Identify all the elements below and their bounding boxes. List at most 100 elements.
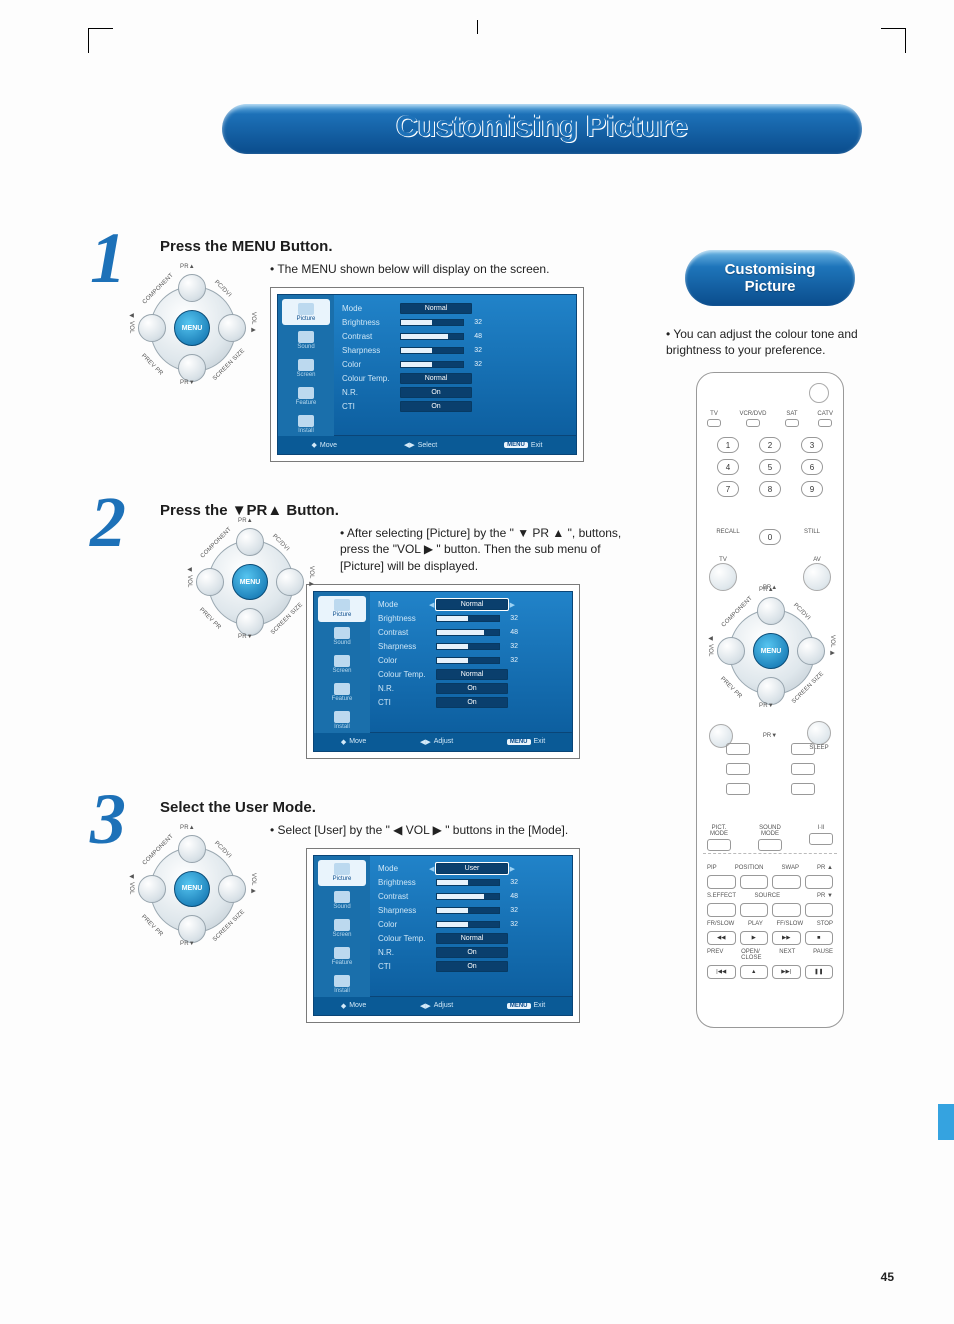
dpad-label: ◀ VOL [186,566,193,588]
osd-row: Colour Temp.Normal [342,371,568,385]
osd-label: Sharpness [378,642,436,651]
dpad-label: VOL ▶ [829,635,836,656]
dpad-illustration: MENUPR▲PR▼COMPONENTPC/DVIPREV PRSCREEN S… [132,829,252,949]
osd-slider [436,921,500,928]
osd-value-pill: On [400,387,472,398]
transport-label: PREV [707,949,723,961]
osd-value: 32 [504,879,518,886]
pr-down-label: PR▼ [763,733,777,739]
dpad-label: PR▲ [180,264,195,270]
osd-tab-picture: Picture [282,299,330,325]
osd-row: Colour Temp.Normal [378,668,564,682]
minor-button [726,743,750,755]
step-text: • After selecting [Picture] by the " ▼ P… [340,525,630,574]
osd-row: Color 32 [378,654,564,668]
transport-label: STOP [817,921,833,927]
dpad-menu-button: MENU [174,310,210,346]
osd-row: Mode◀Normal▶ [378,598,564,612]
osd-value-pill: Normal [400,373,472,384]
transport-button: ◀◀ [707,931,736,945]
step-2: 2Press the ▼PR▲ Button.• After selecting… [90,502,630,759]
osd-value: 48 [468,333,482,340]
dpad-label: VOL ▶ [250,873,257,894]
step-number: 2 [90,490,126,555]
osd-tab-install: Install [318,708,366,734]
lower-button [707,875,736,889]
transport-button: ▲ [740,965,769,979]
osd-row: N.R.On [342,385,568,399]
osd-tab-sound: Sound [318,888,366,914]
osd-footer: ◆Move◀▶AdjustMENUExit [314,732,572,751]
dpad-label: VOL ▶ [308,566,315,587]
dpad-down [236,608,264,636]
tv-av-row: TVPR▲AV [709,557,831,591]
osd-value: 32 [504,657,518,664]
osd-slider [436,643,500,650]
osd-label: Brightness [378,878,436,887]
dpad-label: PR▲ [238,518,253,524]
osd-label: CTI [378,962,436,971]
sidebar-heading-pill: Customising Picture [685,250,855,306]
osd-row: Color32 [378,918,564,932]
dpad-label: PR▲ [759,587,774,593]
osd-slider [400,319,464,326]
lower-label: PR ▼ [817,893,833,899]
lower-button [805,903,834,917]
osd-slider [436,629,500,636]
source-row: TVVCR/DVDSATCATV [707,411,833,427]
osd-label: Contrast [378,628,436,637]
osd-screenshot: PictureSoundScreenFeatureInstallMode◀Nor… [306,584,580,759]
transport-button: ▶▶| [772,965,801,979]
osd-value-pill: Normal [436,669,508,680]
osd-label: Contrast [378,892,436,901]
lower-button [805,875,834,889]
lower-button [707,903,736,917]
number-key: 6 [801,459,823,475]
dpad-label: PR▼ [759,703,774,709]
osd-value: 32 [504,921,518,928]
osd-label: N.R. [378,948,436,957]
osd-label: Mode [342,304,400,313]
thumb-index-tab [938,1104,954,1140]
osd-label: CTI [342,402,400,411]
transport-label: OPEN/ CLOSE [741,949,761,961]
lower-button [740,875,769,889]
dpad-label: VOL ▶ [250,312,257,333]
osd-value: 32 [468,361,482,368]
sidebar-intro: • You can adjust the colour tone and bri… [666,326,876,358]
number-key: 4 [717,459,739,475]
osd-value: 48 [504,629,518,636]
dpad-left [196,568,224,596]
source-label: CATV [817,411,833,427]
osd-label: N.R. [378,684,436,693]
osd-slider [436,615,500,622]
step-number: 1 [90,226,126,291]
osd-row: N.R.On [378,946,564,960]
osd-label: Colour Temp. [342,374,400,383]
osd-row: Mode◀User▶ [378,862,564,876]
osd-slider [400,347,464,354]
osd-tab-feature: Feature [318,680,366,706]
remote-separator [703,853,837,854]
osd-value-pill: ◀User▶ [436,863,508,874]
dpad-up [178,274,206,302]
number-key: 5 [759,459,781,475]
lower-label: SWAP [782,865,799,871]
minor-buttons [719,743,821,795]
osd-row: Brightness 32 [378,876,564,890]
step-heading: Press the MENU Button. [160,238,630,255]
dpad-menu-button: MENU [174,871,210,907]
osd-row: Sharpness32 [378,904,564,918]
osd-value: 32 [468,347,482,354]
osd-screenshot: PictureSoundScreenFeatureInstallMode◀Use… [306,848,580,1023]
osd-label: Brightness [342,318,400,327]
minor-button [726,763,750,775]
tv-button-icon [709,563,737,591]
transport-label: FR/SLOW [707,921,734,927]
osd-row: Contrast48 [378,890,564,904]
number-pad: 123456789 [715,437,825,497]
power-button-icon [809,383,829,403]
number-key: 8 [759,481,781,497]
osd-value: 32 [504,907,518,914]
osd-label: Color [378,656,436,665]
